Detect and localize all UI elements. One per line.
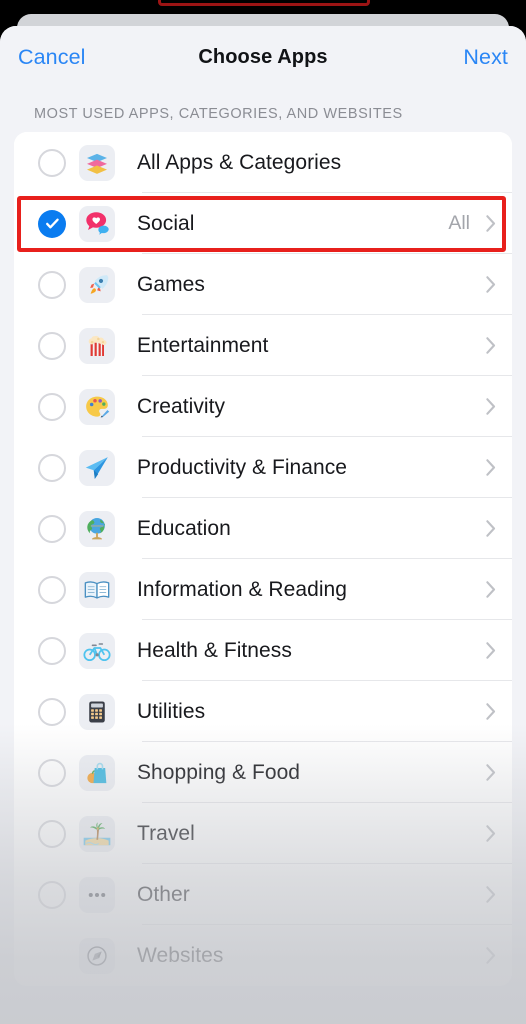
list-item[interactable]: Travel xyxy=(14,803,512,864)
checkbox-checked[interactable] xyxy=(38,209,66,238)
checkbox-unchecked[interactable] xyxy=(38,819,66,848)
list-item[interactable]: Games xyxy=(14,254,512,315)
list-item[interactable]: Creativity xyxy=(14,376,512,437)
list-item[interactable]: Other xyxy=(14,864,512,925)
chevron-right-icon[interactable] xyxy=(486,642,496,659)
chevron-right-icon[interactable] xyxy=(486,886,496,903)
chevron-right-icon[interactable] xyxy=(486,520,496,537)
checkbox-unchecked[interactable] xyxy=(38,392,66,421)
bicycle-icon xyxy=(79,632,115,669)
chevron-right-icon[interactable] xyxy=(486,703,496,720)
list-item[interactable]: Websites xyxy=(14,925,512,986)
open-book-icon xyxy=(79,571,115,608)
list-item-detail: All xyxy=(448,212,470,234)
paper-plane-icon xyxy=(79,449,115,486)
list-item-label: All Apps & Categories xyxy=(137,150,342,174)
list-item-label: Productivity & Finance xyxy=(137,455,348,479)
chevron-right-icon[interactable] xyxy=(486,947,496,964)
shopping-bag-icon xyxy=(79,754,115,791)
choose-apps-sheet: Cancel Choose Apps Next MOST USED APPS, … xyxy=(0,26,526,1024)
list-item-label: Health & Fitness xyxy=(137,638,292,662)
device-frame: Cancel Choose Apps Next MOST USED APPS, … xyxy=(0,0,526,1024)
checkbox-unchecked[interactable] xyxy=(38,148,66,177)
checkbox-unchecked[interactable] xyxy=(38,453,66,482)
next-button[interactable]: Next xyxy=(463,45,508,70)
globe-icon xyxy=(79,510,115,547)
list-item-label: Shopping & Food xyxy=(137,760,301,784)
island-palm-icon xyxy=(79,815,115,852)
chevron-right-icon[interactable] xyxy=(486,825,496,842)
annotation-sliver-top xyxy=(158,0,370,6)
list-item[interactable]: All Apps & Categories xyxy=(14,132,512,193)
list-item[interactable]: Entertainment xyxy=(14,315,512,376)
compass-safari-icon xyxy=(79,937,115,974)
checkbox-unchecked[interactable] xyxy=(38,636,66,665)
calculator-icon xyxy=(79,693,115,730)
checkbox-unchecked[interactable] xyxy=(38,880,66,909)
chevron-right-icon[interactable] xyxy=(486,337,496,354)
list-item-label: Information & Reading xyxy=(137,577,348,601)
list-item[interactable]: Utilities xyxy=(14,681,512,742)
list-item-label: Entertainment xyxy=(137,333,269,357)
checkbox-unchecked[interactable] xyxy=(38,575,66,604)
chevron-right-icon[interactable] xyxy=(486,215,496,232)
chevron-right-icon[interactable] xyxy=(486,398,496,415)
checkbox-unchecked[interactable] xyxy=(38,270,66,299)
list-item[interactable]: Productivity & Finance xyxy=(14,437,512,498)
list-item-label: Websites xyxy=(137,943,224,967)
list-item-label: Games xyxy=(137,272,205,296)
navigation-bar: Cancel Choose Apps Next xyxy=(0,26,526,88)
checkbox-unchecked[interactable] xyxy=(38,758,66,787)
list-item[interactable]: Information & Reading xyxy=(14,559,512,620)
list-item-label: Creativity xyxy=(137,394,226,418)
layers-stack-icon xyxy=(79,144,115,181)
popcorn-icon xyxy=(79,327,115,364)
cancel-button[interactable]: Cancel xyxy=(18,45,86,70)
list-item[interactable]: Shopping & Food xyxy=(14,742,512,803)
ellipsis-dots-icon xyxy=(79,876,115,913)
paint-palette-icon xyxy=(79,388,115,425)
checkbox-unchecked[interactable] xyxy=(38,331,66,360)
list-item[interactable]: Education xyxy=(14,498,512,559)
list-item-label: Other xyxy=(137,882,190,906)
checkbox-unchecked[interactable] xyxy=(38,514,66,543)
chevron-right-icon[interactable] xyxy=(486,764,496,781)
list-item[interactable]: Social All xyxy=(14,193,512,254)
speech-bubble-heart-icon xyxy=(79,205,115,242)
section-header: MOST USED APPS, CATEGORIES, AND WEBSITES xyxy=(34,106,403,122)
chevron-right-icon[interactable] xyxy=(486,276,496,293)
apps-categories-list: All Apps & Categories Social All Games E… xyxy=(14,132,512,986)
checkbox-absent xyxy=(38,942,66,970)
chevron-right-icon[interactable] xyxy=(486,459,496,476)
list-item-label: Education xyxy=(137,516,231,540)
list-item-label: Travel xyxy=(137,821,195,845)
chevron-right-icon[interactable] xyxy=(486,581,496,598)
list-item[interactable]: Health & Fitness xyxy=(14,620,512,681)
list-item-label: Social xyxy=(137,211,195,235)
rocket-icon xyxy=(79,266,115,303)
checkbox-unchecked[interactable] xyxy=(38,697,66,726)
list-item-label: Utilities xyxy=(137,699,206,723)
